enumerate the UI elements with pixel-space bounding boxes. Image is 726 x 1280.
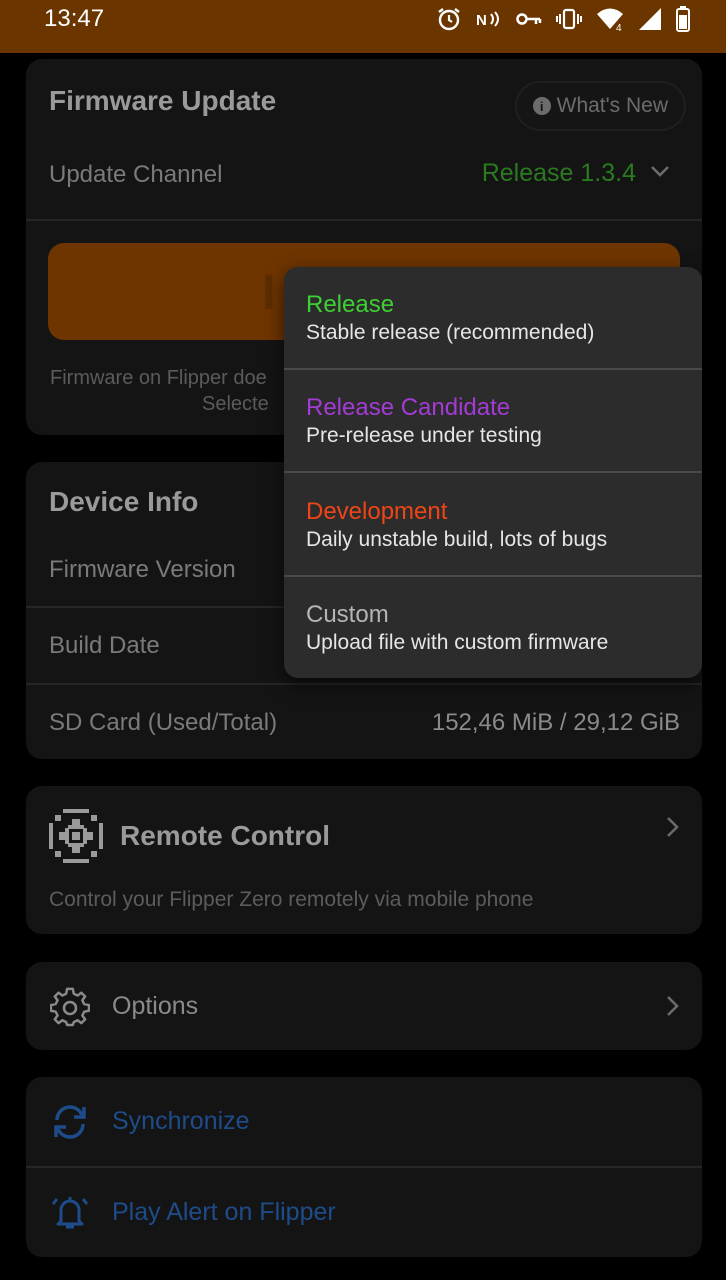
- status-time: 13:47: [44, 5, 105, 32]
- actions-card: Synchronize Play Alert on Flipper: [26, 1077, 702, 1257]
- build-date-label: Build Date: [49, 632, 160, 659]
- battery-icon: [676, 6, 690, 32]
- firmware-version-label: Firmware Version: [49, 556, 236, 583]
- update-button-label: I: [262, 264, 276, 320]
- remote-control-title: Remote Control: [120, 820, 330, 851]
- wifi-icon: 4: [596, 7, 624, 31]
- status-icons: N 4: [436, 6, 690, 32]
- remote-control-card[interactable]: Remote Control Control your Flipper Zero…: [26, 786, 702, 934]
- svg-text:N: N: [476, 12, 487, 29]
- chevron-right-icon: [667, 817, 679, 837]
- play-alert-label: Play Alert on Flipper: [112, 1198, 336, 1226]
- alarm-icon: [436, 6, 462, 32]
- whats-new-label: What's New: [556, 94, 668, 117]
- remote-control-description: Control your Flipper Zero remotely via m…: [49, 888, 534, 911]
- menu-item-title: Development: [306, 498, 448, 525]
- synchronize-button[interactable]: Synchronize: [26, 1077, 702, 1166]
- sd-card-value: 152,46 MiB / 29,12 GiB: [431, 709, 680, 736]
- sd-card-label: SD Card (Used/Total): [49, 709, 278, 736]
- chevron-right-icon: [667, 996, 679, 1016]
- menu-item-description: Stable release (recommended): [306, 321, 595, 344]
- svg-text:4: 4: [616, 23, 622, 31]
- vpn-key-icon: [516, 11, 542, 27]
- menu-item-title: Custom: [306, 601, 389, 628]
- update-channel-value[interactable]: Release 1.3.4: [482, 159, 636, 188]
- gear-icon: [50, 987, 90, 1027]
- menu-item-release-candidate[interactable]: Release Candidate Pre-release under test…: [284, 370, 702, 471]
- vibrate-icon: [556, 8, 582, 30]
- menu-item-release[interactable]: Release Stable release (recommended): [284, 267, 702, 368]
- play-alert-button[interactable]: Play Alert on Flipper: [26, 1168, 702, 1257]
- firmware-update-title: Firmware Update: [49, 85, 277, 116]
- whats-new-button[interactable]: i What's New: [514, 81, 686, 131]
- remote-control-icon: [49, 809, 103, 863]
- device-info-title: Device Info: [49, 486, 199, 517]
- update-channel-menu: Release Stable release (recommended) Rel…: [284, 267, 702, 678]
- menu-item-description: Upload file with custom firmware: [306, 631, 609, 654]
- divider: [26, 683, 702, 685]
- menu-item-development[interactable]: Development Daily unstable build, lots o…: [284, 474, 702, 575]
- options-label: Options: [112, 992, 199, 1020]
- menu-item-description: Daily unstable build, lots of bugs: [306, 528, 608, 551]
- menu-item-description: Pre-release under testing: [306, 424, 542, 447]
- divider: [284, 471, 702, 473]
- firmware-note: Firmware on Flipper doe: [50, 367, 267, 389]
- chevron-down-icon[interactable]: [650, 165, 670, 177]
- nfc-icon: N: [476, 8, 502, 30]
- divider: [26, 219, 702, 221]
- menu-item-title: Release Candidate: [306, 394, 511, 421]
- status-bar: 13:47 N 4: [0, 0, 726, 53]
- menu-item-title: Release: [306, 291, 395, 318]
- cell-signal-icon: [638, 7, 662, 31]
- synchronize-label: Synchronize: [112, 1107, 250, 1135]
- options-card[interactable]: Options: [26, 962, 702, 1050]
- info-icon: i: [532, 97, 551, 115]
- update-channel-label: Update Channel: [49, 161, 223, 188]
- firmware-note-selected: Selecte: [202, 393, 269, 415]
- menu-item-custom[interactable]: Custom Upload file with custom firmware: [284, 577, 702, 678]
- sync-icon: [54, 1105, 86, 1139]
- alert-bell-icon: [51, 1197, 89, 1229]
